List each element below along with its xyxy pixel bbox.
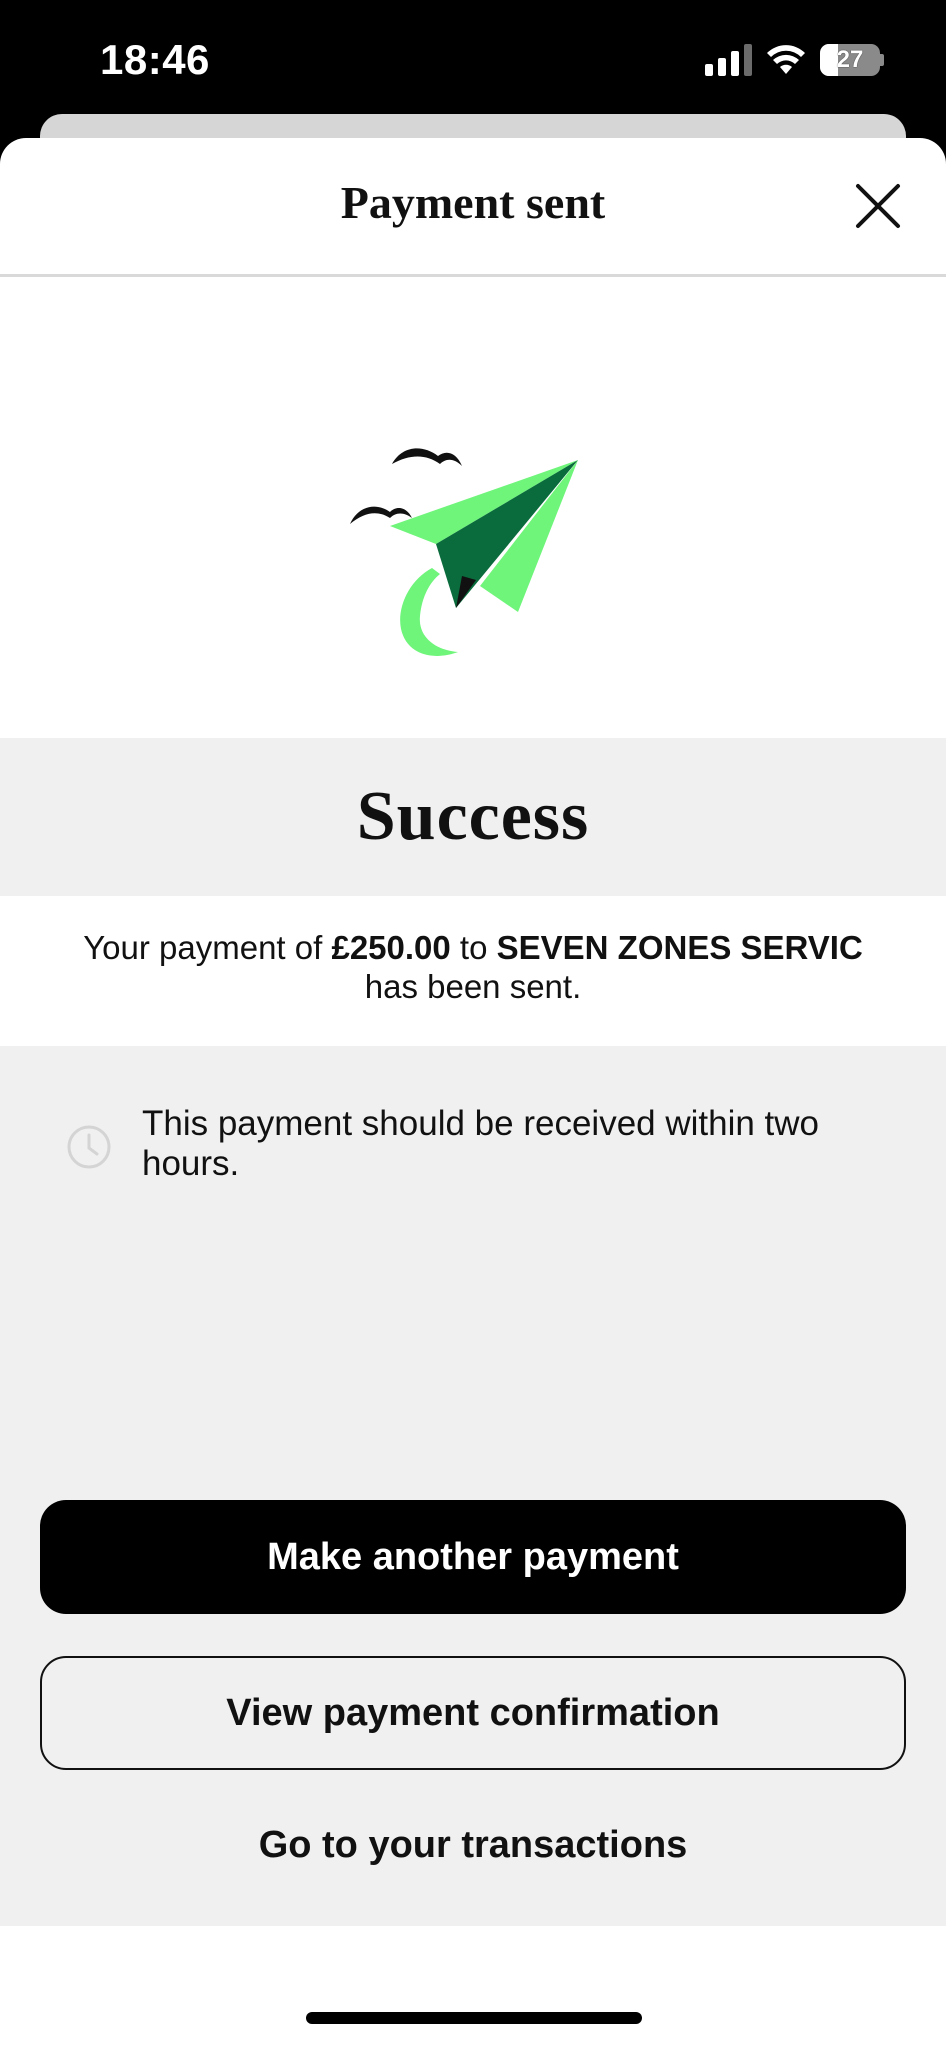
- page-title: Payment sent: [340, 177, 606, 228]
- make-another-payment-button[interactable]: Make another payment: [40, 1500, 906, 1614]
- status-icons: 27: [705, 44, 884, 76]
- sheet-header: Payment sent: [0, 138, 946, 277]
- status-time: 18:46: [100, 36, 210, 83]
- paper-plane-illustration: [350, 448, 578, 656]
- success-title: Success: [356, 778, 590, 855]
- payment-amount: £250.00: [331, 929, 451, 966]
- clock-icon: [67, 1125, 111, 1169]
- wifi-icon: [767, 45, 805, 74]
- bird-icon: [350, 506, 412, 524]
- message-suffix: has been sent.: [364, 968, 582, 1005]
- bottom-safe-area: [0, 1928, 946, 2048]
- info-and-actions: This payment should be received within t…: [0, 1046, 946, 1926]
- battery-level: 27: [836, 46, 864, 73]
- go-to-transactions-link[interactable]: Go to your transactions: [0, 1824, 946, 1867]
- view-payment-confirmation-button[interactable]: View payment confirmation: [40, 1656, 906, 1770]
- payment-message: Your payment of £250.00 to SEVEN ZONES S…: [0, 896, 946, 1046]
- delivery-info-text: This payment should be received within t…: [142, 1104, 820, 1183]
- payee-name: SEVEN ZONES SERVIC: [496, 929, 863, 966]
- home-indicator[interactable]: [306, 2012, 642, 2024]
- message-middle: to: [450, 929, 497, 966]
- message-prefix: Your payment of: [83, 929, 332, 966]
- close-button[interactable]: [850, 178, 906, 234]
- bird-icon: [392, 448, 462, 466]
- success-band: Success: [0, 738, 946, 896]
- status-bar: 18:46 27: [0, 0, 946, 120]
- battery-icon: 27: [820, 44, 884, 76]
- signal-icon: [705, 44, 752, 76]
- close-icon: [856, 184, 900, 228]
